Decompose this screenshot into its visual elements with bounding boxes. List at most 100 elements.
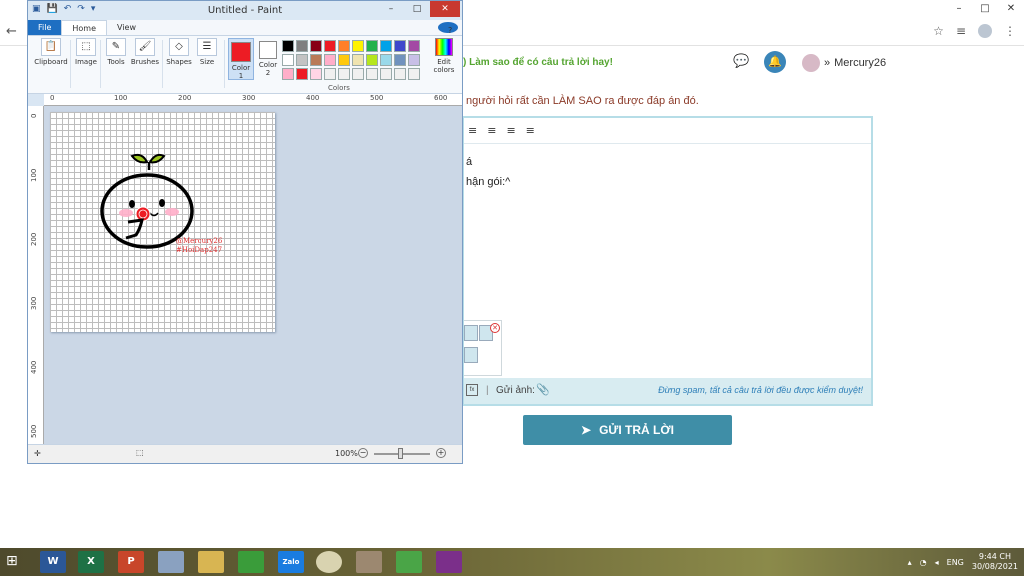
close-button[interactable]: ✕ [998, 0, 1024, 20]
image-group[interactable]: ⬚ Image [74, 38, 98, 66]
shapes-group[interactable]: ◇ Shapes [166, 38, 192, 66]
palette-swatch[interactable] [324, 54, 336, 66]
help-icon[interactable]: ? [438, 22, 458, 35]
taskbar-chrome[interactable] [316, 551, 342, 573]
align-left-icon[interactable]: ≡ [468, 124, 477, 137]
palette-swatch[interactable] [380, 54, 392, 66]
paint-canvas[interactable]: @Mercury26 #HoiDap247 [50, 112, 275, 332]
palette-swatch[interactable] [366, 68, 378, 80]
taskbar-winrar[interactable] [436, 551, 462, 573]
taskbar-word[interactable]: W [40, 551, 66, 573]
tab-view[interactable]: View [107, 20, 146, 35]
wifi-icon[interactable]: ◔ [920, 558, 927, 567]
star-icon[interactable]: ☆ [933, 24, 944, 38]
palette-swatch[interactable] [296, 40, 308, 52]
palette-swatch[interactable] [282, 40, 294, 52]
browser-toolbar-right: ☆ ≡ ⋮ [933, 24, 1016, 38]
palette-swatch[interactable] [394, 40, 406, 52]
zoom-slider-thumb[interactable] [398, 448, 403, 459]
tray-chevron-icon[interactable]: ▴ [908, 558, 912, 567]
minimize-button[interactable]: – [946, 0, 972, 20]
palette-swatch[interactable] [394, 54, 406, 66]
palette-swatch[interactable] [338, 68, 350, 80]
palette-swatch[interactable] [324, 40, 336, 52]
palette-swatch[interactable] [366, 54, 378, 66]
image-thumbnail[interactable] [464, 347, 478, 363]
volume-icon[interactable]: ◂ [935, 558, 939, 567]
ruler-tick-label: 100 [114, 94, 128, 102]
remove-image-icon[interactable]: ✕ [490, 323, 500, 333]
tab-home[interactable]: Home [61, 20, 108, 35]
align-right-icon[interactable]: ≡ [506, 124, 515, 137]
clock[interactable]: 9:44 CH 30/08/2021 [972, 552, 1018, 572]
profile-avatar[interactable] [978, 24, 992, 38]
windows-start-icon[interactable]: ⊞ [6, 553, 18, 569]
taskbar-app[interactable] [356, 551, 382, 573]
taskbar-excel[interactable]: X [78, 551, 104, 573]
submit-answer-button[interactable]: ➤ GỬI TRẢ LỜI [523, 415, 732, 445]
user-menu[interactable]: » Mercury26 [802, 54, 886, 72]
palette-swatch[interactable] [338, 40, 350, 52]
palette-swatch[interactable] [310, 54, 322, 66]
brushes-group[interactable]: 🖌 Brushes [130, 38, 160, 66]
paperclip-icon[interactable]: 📎 [536, 383, 550, 396]
paint-maximize-button[interactable]: □ [404, 1, 430, 17]
paint-minimize-button[interactable]: – [378, 1, 404, 17]
editor-text-line[interactable]: hận gói:^ [466, 176, 510, 188]
zoom-in-button[interactable]: + [436, 448, 446, 458]
palette-swatch[interactable] [338, 54, 350, 66]
taskbar-app[interactable] [396, 551, 422, 573]
palette-swatch[interactable] [380, 40, 392, 52]
edit-colors-button[interactable]: Edit colors [426, 38, 462, 74]
color1-group[interactable]: Color 1 [228, 38, 254, 80]
taskbar-paint[interactable] [158, 551, 184, 573]
taskbar-zalo[interactable]: Zalo [278, 551, 304, 573]
palette-swatch[interactable] [296, 54, 308, 66]
color2-group[interactable]: Color 2 [256, 38, 280, 77]
divider [162, 40, 163, 88]
palette-swatch[interactable] [352, 68, 364, 80]
promo-link[interactable]: ) Làm sao để có câu trả lời hay! [463, 57, 613, 68]
palette-swatch[interactable] [352, 54, 364, 66]
tools-group[interactable]: ✎ Tools [104, 38, 128, 66]
palette-swatch[interactable] [310, 40, 322, 52]
back-arrow-icon[interactable]: ← [6, 24, 17, 39]
palette-swatch[interactable] [408, 54, 420, 66]
menu-dots-icon[interactable]: ⋮ [1004, 24, 1016, 38]
formula-icon[interactable]: fx [466, 384, 478, 396]
language-indicator[interactable]: ENG [947, 558, 964, 567]
size-group[interactable]: ☰ Size [196, 38, 218, 66]
bell-icon[interactable]: 🔔 [764, 51, 786, 73]
palette-swatch[interactable] [380, 68, 392, 80]
paint-close-button[interactable]: ✕ [430, 1, 460, 17]
palette-swatch[interactable] [296, 68, 308, 80]
palette-swatch[interactable] [324, 68, 336, 80]
image-thumbnail[interactable] [464, 325, 478, 341]
palette-swatch[interactable] [408, 40, 420, 52]
taskbar-powerpoint[interactable]: P [118, 551, 144, 573]
maximize-button[interactable]: □ [972, 0, 998, 20]
drawing: @Mercury26 #HoiDap247 [100, 153, 223, 254]
clipboard-group[interactable]: 📋 Clipboard [34, 38, 68, 66]
palette-swatch[interactable] [408, 68, 420, 80]
taskbar-file-explorer[interactable] [198, 551, 224, 573]
palette-swatch[interactable] [352, 40, 364, 52]
align-center-icon[interactable]: ≡ [487, 124, 496, 137]
taskbar-store[interactable] [238, 551, 264, 573]
submit-label: GỬI TRẢ LỜI [599, 423, 674, 437]
ruler-tick-label: 100 [30, 168, 38, 182]
palette-swatch[interactable] [282, 54, 294, 66]
paint-status-bar: ✛ ⬚ 100% − + [28, 444, 462, 463]
editor-text-line[interactable]: á [466, 156, 472, 168]
zoom-out-button[interactable]: − [358, 448, 368, 458]
palette-swatch[interactable] [366, 40, 378, 52]
clipboard-icon: 📋 [41, 38, 61, 56]
playlist-icon[interactable]: ≡ [956, 24, 966, 38]
chat-icon[interactable]: 💬 [733, 54, 749, 69]
tab-file[interactable]: File [28, 20, 62, 35]
align-justify-icon[interactable]: ≡ [526, 124, 535, 137]
palette-swatch[interactable] [394, 68, 406, 80]
selection-size-icon: ⬚ [136, 448, 144, 457]
palette-swatch[interactable] [282, 68, 294, 80]
palette-swatch[interactable] [310, 68, 322, 80]
